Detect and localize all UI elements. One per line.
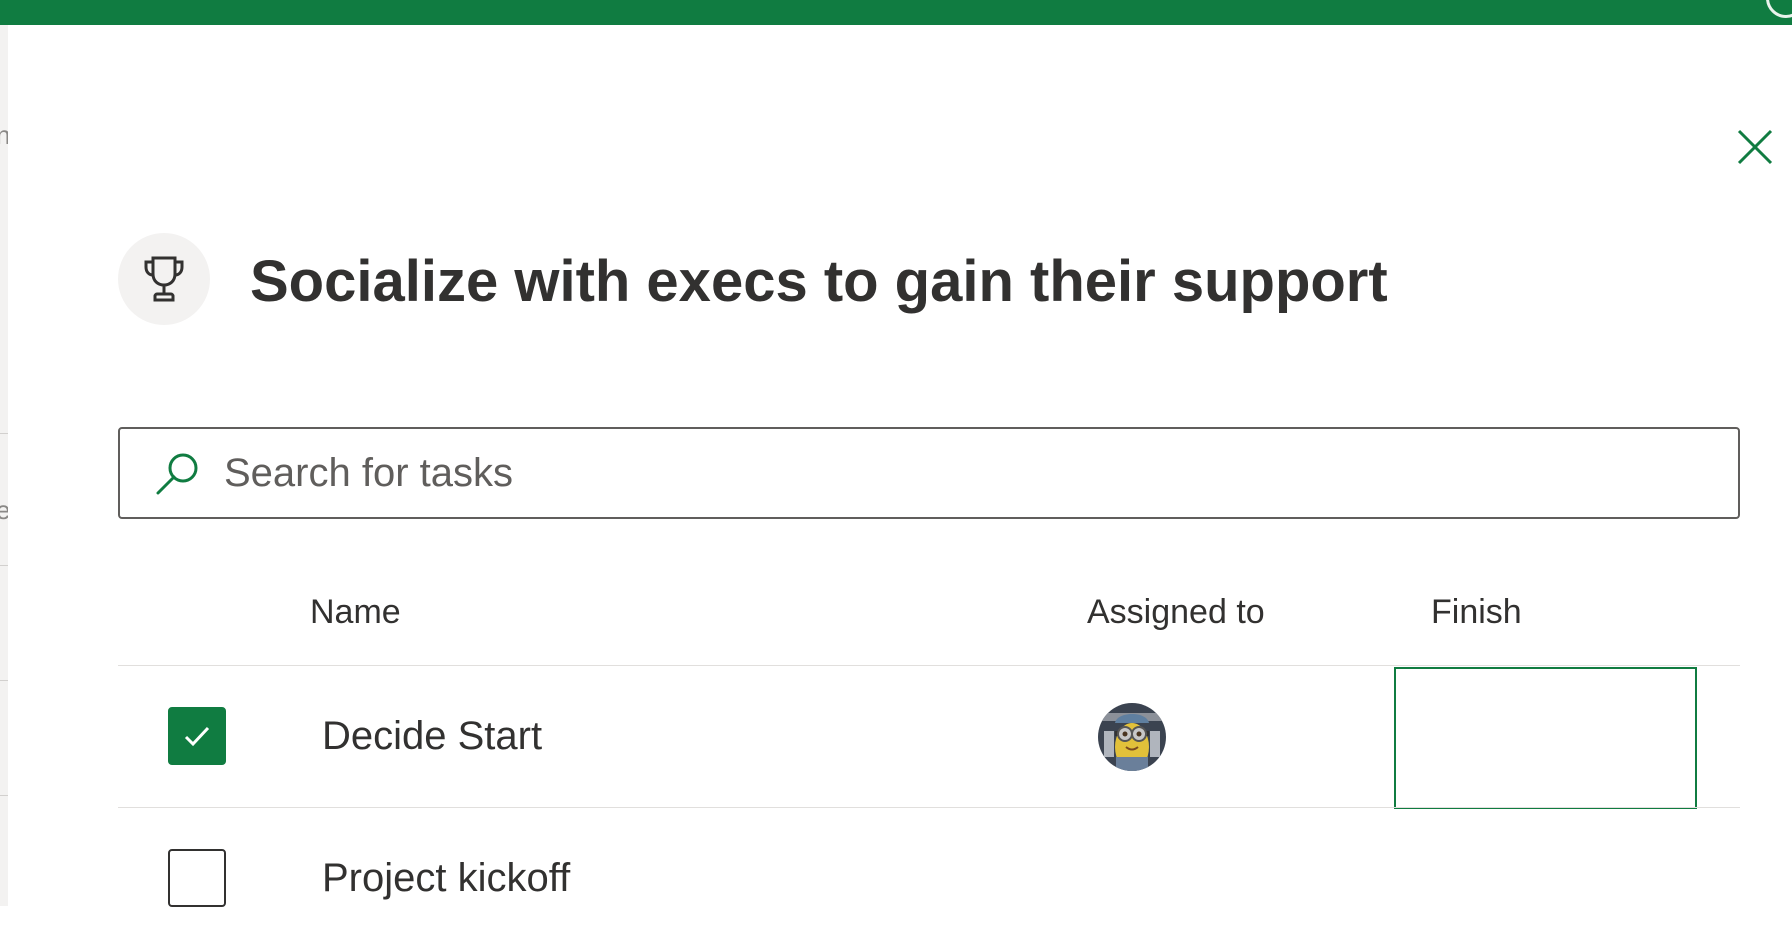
checkmark-icon [184,726,210,747]
user-avatar-image [1098,703,1166,771]
close-icon [1737,129,1773,165]
trophy-icon [144,256,184,302]
user-avatar[interactable] [1098,703,1166,771]
app-header-bar [0,0,1792,25]
account-avatar[interactable] [1766,0,1792,18]
task-complete-checkbox[interactable] [168,707,226,765]
column-header-assigned-to[interactable]: Assigned to [1087,592,1265,632]
search-icon [156,453,198,495]
task-row[interactable]: Project kickoff [118,808,1740,950]
finish-date-cell[interactable] [1394,667,1697,809]
page-title: Socialize with execs to gain their suppo… [250,249,1388,314]
column-header-finish[interactable]: Finish [1431,592,1522,632]
column-header-name[interactable]: Name [310,592,401,632]
close-button[interactable] [1731,123,1779,171]
background-divider [0,795,8,796]
background-divider [0,565,8,566]
search-box[interactable] [118,427,1740,519]
task-name[interactable]: Decide Start [322,712,542,760]
task-name[interactable]: Project kickoff [322,854,570,902]
task-complete-checkbox[interactable] [168,849,226,907]
background-divider [0,680,8,681]
background-divider [0,433,8,434]
goal-icon-badge [118,233,210,325]
task-row[interactable]: Decide Start [118,666,1740,809]
search-input[interactable] [224,443,1714,503]
goal-details-panel: Socialize with execs to gain their suppo… [8,25,1792,907]
